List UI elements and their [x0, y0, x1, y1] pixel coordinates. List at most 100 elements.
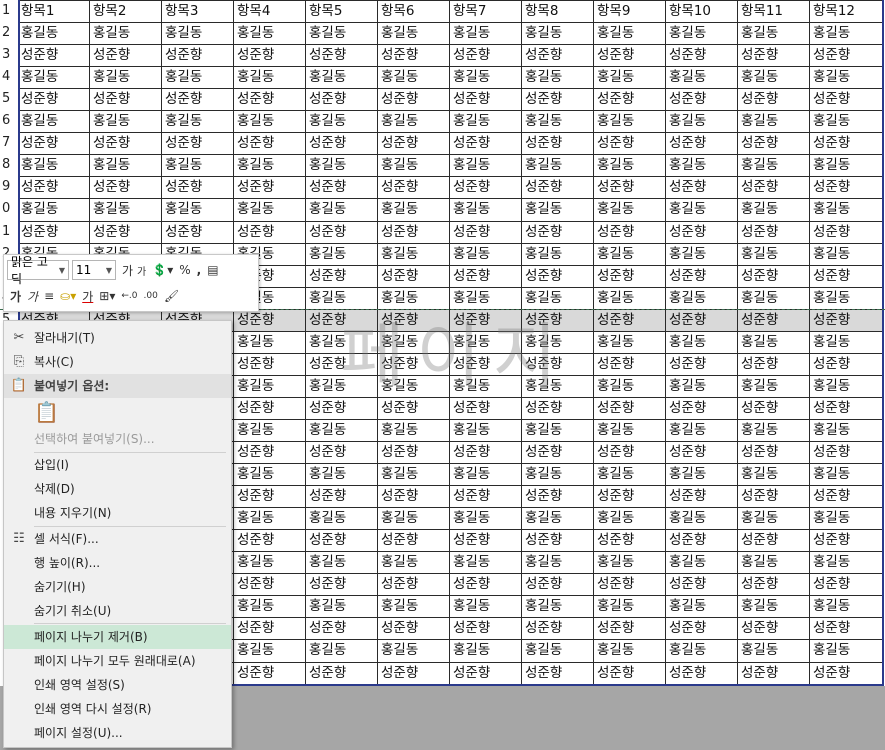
table-cell[interactable]: 홍길동 [522, 331, 594, 354]
table-cell[interactable]: 홍길동 [450, 155, 522, 178]
table-cell[interactable]: 성준향 [450, 89, 522, 112]
table-cell[interactable]: 성준향 [450, 309, 522, 332]
header-cell[interactable]: 항목2 [90, 1, 162, 23]
table-cell[interactable]: 홍길동 [522, 640, 594, 663]
format-table-icon[interactable]: ▤ [207, 263, 218, 277]
table-cell[interactable]: 성준향 [522, 618, 594, 641]
table-cell[interactable]: 홍길동 [522, 464, 594, 487]
table-cell[interactable]: 성준향 [522, 221, 594, 244]
row-number[interactable]: 1 [0, 221, 18, 243]
table-cell[interactable]: 홍길동 [306, 287, 378, 310]
table-row[interactable]: 성준향성준향성준향성준향성준향성준향성준향성준향성준향성준향성준향성준향 [18, 132, 884, 156]
table-cell[interactable]: 성준향 [306, 442, 378, 464]
header-cell[interactable]: 항목11 [738, 1, 810, 23]
table-cell[interactable]: 성준향 [738, 397, 810, 420]
table-cell[interactable]: 홍길동 [738, 464, 810, 487]
menu-item-row-height[interactable]: 행 높이(R)... [4, 551, 231, 575]
table-cell[interactable]: 홍길동 [162, 199, 234, 222]
table-cell[interactable]: 성준향 [666, 89, 738, 112]
menu-item-paste-special[interactable]: 선택하여 붙여넣기(S)... [4, 427, 231, 451]
table-cell[interactable]: 홍길동 [810, 420, 882, 442]
table-cell[interactable]: 성준향 [522, 530, 594, 553]
menu-item-page-setup[interactable]: 페이지 설정(U)... [4, 721, 231, 745]
menu-item-set-print-area[interactable]: 인쇄 영역 설정(S) [4, 673, 231, 697]
table-cell[interactable]: 성준향 [666, 265, 738, 288]
table-cell[interactable]: 홍길동 [810, 288, 882, 310]
table-cell[interactable]: 성준향 [810, 45, 882, 67]
table-cell[interactable]: 성준향 [234, 177, 306, 200]
table-cell[interactable]: 성준향 [522, 442, 594, 464]
italic-button[interactable]: 가 [27, 288, 38, 305]
table-cell[interactable]: 홍길동 [234, 199, 306, 222]
table-cell[interactable]: 성준향 [450, 353, 522, 376]
table-row[interactable]: 홍길동홍길동홍길동홍길동홍길동홍길동홍길동홍길동홍길동홍길동홍길동홍길동 [18, 110, 884, 134]
table-cell[interactable]: 홍길동 [234, 508, 306, 531]
table-cell[interactable]: 성준향 [306, 662, 378, 685]
table-cell[interactable]: 홍길동 [450, 287, 522, 310]
table-cell[interactable]: 홍길동 [810, 596, 882, 618]
header-cell[interactable]: 항목7 [450, 1, 522, 23]
table-cell[interactable]: 성준향 [18, 221, 90, 244]
table-cell[interactable]: 성준향 [450, 265, 522, 288]
table-cell[interactable]: 홍길동 [450, 243, 522, 266]
table-cell[interactable]: 성준향 [234, 133, 306, 156]
table-cell[interactable]: 성준향 [810, 266, 882, 288]
row-number[interactable]: 4 [0, 66, 18, 88]
table-cell[interactable]: 홍길동 [666, 67, 738, 90]
table-cell[interactable]: 홍길동 [738, 155, 810, 178]
table-cell[interactable]: 성준향 [738, 45, 810, 68]
table-cell[interactable]: 홍길동 [594, 243, 666, 266]
table-cell[interactable]: 홍길동 [378, 111, 450, 134]
table-cell[interactable]: 성준향 [234, 486, 306, 509]
table-cell[interactable]: 홍길동 [234, 419, 306, 442]
table-cell[interactable]: 성준향 [450, 442, 522, 464]
table-row[interactable]: 홍길동홍길동홍길동홍길동홍길동홍길동홍길동홍길동홍길동홍길동홍길동홍길동 [18, 22, 884, 46]
table-cell[interactable]: 성준향 [522, 397, 594, 420]
table-cell[interactable]: 성준향 [522, 309, 594, 332]
table-cell[interactable]: 성준향 [666, 574, 738, 597]
table-cell[interactable]: 홍길동 [234, 111, 306, 134]
table-cell[interactable]: 홍길동 [522, 243, 594, 266]
table-cell[interactable]: 성준향 [306, 353, 378, 376]
table-cell[interactable]: 홍길동 [162, 111, 234, 134]
table-cell[interactable]: 성준향 [234, 574, 306, 597]
table-cell[interactable]: 홍길동 [234, 375, 306, 398]
table-cell[interactable]: 성준향 [306, 89, 378, 112]
row-number[interactable]: 0 [0, 198, 18, 220]
header-cell[interactable]: 항목3 [162, 1, 234, 23]
table-cell[interactable]: 성준향 [378, 574, 450, 597]
table-cell[interactable]: 홍길동 [378, 331, 450, 354]
table-cell[interactable]: 홍길동 [594, 23, 666, 46]
table-cell[interactable]: 홍길동 [594, 464, 666, 487]
table-cell[interactable]: 홍길동 [450, 552, 522, 575]
table-cell[interactable]: 성준향 [90, 177, 162, 200]
table-cell[interactable]: 성준향 [450, 177, 522, 200]
table-cell[interactable]: 홍길동 [810, 508, 882, 530]
table-cell[interactable]: 성준향 [162, 177, 234, 200]
table-cell[interactable]: 홍길동 [810, 244, 882, 266]
table-cell[interactable]: 홍길동 [666, 111, 738, 134]
table-cell[interactable]: 성준향 [738, 89, 810, 112]
table-cell[interactable]: 성준향 [450, 133, 522, 156]
table-cell[interactable]: 성준향 [666, 353, 738, 376]
table-cell[interactable]: 홍길동 [306, 111, 378, 134]
table-cell[interactable]: 성준향 [594, 133, 666, 156]
table-cell[interactable]: 성준향 [378, 265, 450, 288]
table-cell[interactable]: 성준향 [810, 663, 882, 685]
table-cell[interactable]: 성준향 [450, 618, 522, 641]
table-cell[interactable]: 홍길동 [810, 111, 882, 133]
table-cell[interactable]: 성준향 [738, 133, 810, 156]
table-cell[interactable]: 성준향 [666, 45, 738, 68]
table-cell[interactable]: 홍길동 [738, 552, 810, 575]
row-number[interactable]: 9 [0, 176, 18, 198]
table-cell[interactable]: 홍길동 [234, 596, 306, 619]
table-cell[interactable]: 성준향 [450, 486, 522, 509]
table-cell[interactable]: 성준향 [594, 221, 666, 244]
table-cell[interactable]: 성준향 [306, 265, 378, 288]
table-cell[interactable]: 홍길동 [234, 640, 306, 663]
table-cell[interactable]: 홍길동 [90, 155, 162, 178]
table-cell[interactable]: 성준향 [666, 530, 738, 553]
table-cell[interactable]: 성준향 [306, 618, 378, 641]
table-cell[interactable]: 홍길동 [378, 67, 450, 90]
table-row[interactable]: 홍길동홍길동홍길동홍길동홍길동홍길동홍길동홍길동홍길동홍길동홍길동홍길동 [18, 198, 884, 222]
